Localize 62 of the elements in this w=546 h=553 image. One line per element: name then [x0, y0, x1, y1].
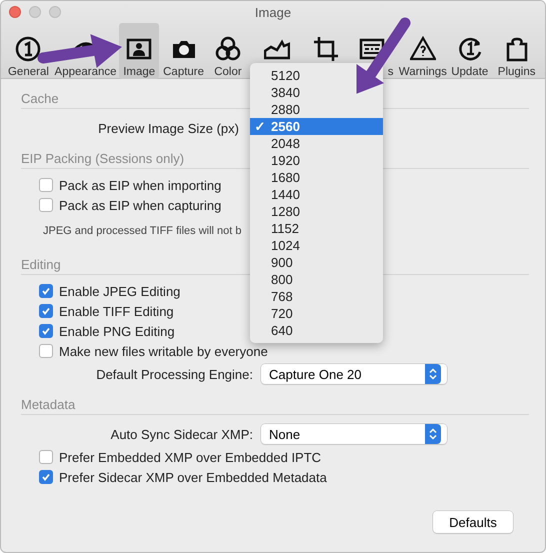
chevrons-icon — [429, 368, 437, 380]
popup-label: Default Processing Engine: — [95, 366, 254, 382]
menu-item[interactable]: 1280 — [250, 203, 383, 220]
checkbox[interactable] — [39, 198, 53, 212]
checkmark-icon — [41, 472, 51, 482]
menu-item[interactable]: 2880 — [250, 101, 383, 118]
section-title: EIP Packing (Sessions only) — [21, 151, 184, 166]
toolbar-tab[interactable]: Capture — [159, 23, 208, 79]
menu-item[interactable]: 2048 — [250, 135, 383, 152]
menu-item[interactable]: 1680 — [250, 169, 383, 186]
crop-icon — [313, 36, 340, 62]
checkbox-label[interactable]: Make new files writable by everyone — [59, 344, 268, 358]
checkbox-label[interactable]: Prefer Embedded XMP over Embedded IPTC — [59, 450, 322, 464]
checkbox[interactable] — [39, 344, 53, 358]
image-icon — [126, 36, 152, 62]
toolbar-tab[interactable]: Update — [447, 23, 492, 79]
update-icon — [456, 36, 483, 62]
checkbox[interactable] — [39, 450, 53, 464]
menu-item[interactable]: 768 — [250, 288, 383, 305]
menu-item[interactable]: 1024 — [250, 237, 383, 254]
window-title: Image — [254, 4, 292, 20]
checkbox-label[interactable]: Enable JPEG Editing — [59, 284, 180, 298]
checkbox[interactable] — [39, 178, 53, 192]
color-icon — [214, 36, 241, 62]
menu-item[interactable]: 640 — [250, 322, 383, 339]
checkbox[interactable] — [39, 304, 53, 318]
note-text: JPEG and processed TIFF files will not b — [43, 225, 242, 237]
defaults-button[interactable]: Defaults — [433, 511, 513, 533]
checkbox-label[interactable]: Enable TIFF Editing — [59, 304, 174, 318]
section-title: Metadata — [21, 397, 76, 412]
checkbox-label[interactable]: Prefer Sidecar XMP over Embedded Metadata — [59, 470, 327, 484]
checkbox-label[interactable]: Enable PNG Editing — [59, 324, 175, 338]
section-title: Cache — [21, 91, 59, 106]
popup-label: Preview Image Size (px) — [97, 120, 240, 136]
menu-item[interactable]: 3840 — [250, 84, 383, 101]
toolbar-tab[interactable]: General — [5, 23, 52, 79]
menu-item[interactable]: 5120 — [250, 67, 383, 84]
menu-item[interactable]: ✓ 2560 — [250, 118, 383, 135]
close-button[interactable] — [9, 6, 21, 18]
toolbar-tab[interactable]: Warnings — [398, 23, 448, 79]
checkbox-label[interactable]: Pack as EIP when capturing — [59, 198, 222, 212]
checkbox[interactable] — [39, 470, 53, 484]
popup-label: Auto Sync Sidecar XMP: — [110, 426, 254, 442]
menu-item[interactable]: 720 — [250, 305, 383, 322]
menu-item[interactable]: 800 — [250, 271, 383, 288]
menu-item[interactable]: 1440 — [250, 186, 383, 203]
checkbox[interactable] — [39, 324, 53, 338]
checkbox-label[interactable]: Pack as EIP when importing — [59, 178, 222, 192]
popup-button[interactable]: None — [261, 424, 447, 444]
warning-icon — [410, 36, 436, 62]
general-icon — [15, 36, 42, 62]
menu-item[interactable]: 1152 — [250, 220, 383, 237]
popup-button[interactable]: Capture One 20 — [261, 364, 447, 384]
toolbar-tab[interactable]: Color — [208, 23, 248, 79]
toolbar-tab[interactable]: Plugins — [492, 23, 542, 79]
section-title: Editing — [21, 257, 61, 272]
toolbar-tab[interactable]: Image — [119, 23, 160, 79]
grid-icon — [359, 36, 386, 62]
menu-item[interactable]: 900 — [250, 254, 383, 271]
chevrons-icon — [429, 428, 437, 440]
menu-item[interactable]: 1920 — [250, 152, 383, 169]
checkbox[interactable] — [39, 284, 53, 298]
